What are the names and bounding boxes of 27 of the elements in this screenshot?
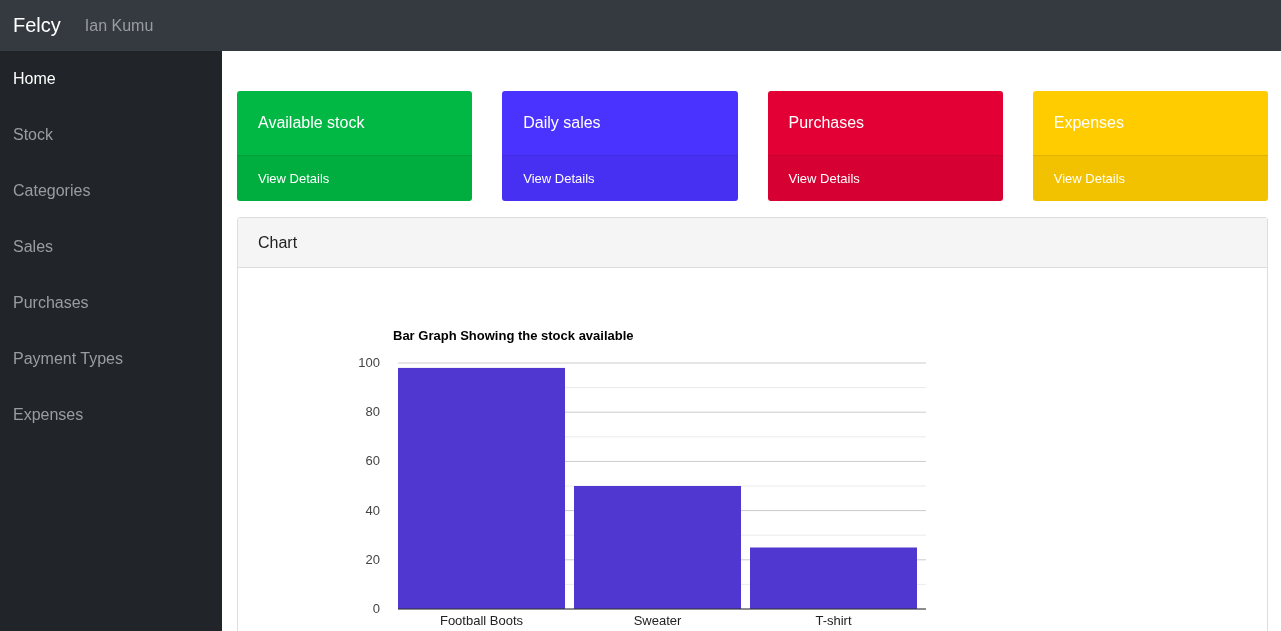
y-tick-label: 80 [365, 404, 380, 420]
sidebar-item[interactable]: Payment Types [0, 347, 222, 403]
card-title: Expenses [1032, 91, 1268, 156]
user-name: Ian Kumu [84, 16, 154, 35]
card-title: Available stock [237, 91, 473, 156]
y-tick-label: 60 [365, 453, 380, 469]
x-axis-label: Sweater [633, 613, 682, 628]
card-title: Purchases [767, 91, 1003, 156]
sidebar-item[interactable]: Sales [0, 235, 222, 291]
sidebar-item[interactable]: Expenses [0, 403, 222, 459]
view-details-link[interactable]: View Details [502, 156, 738, 201]
sidebar-item[interactable]: Purchases [0, 291, 222, 347]
sidebar-item[interactable]: Home [0, 67, 222, 123]
card-title: Daily sales [502, 91, 738, 156]
sidebar-item[interactable]: Categories [0, 179, 222, 235]
y-tick-label: 0 [372, 601, 380, 616]
y-tick-label: 20 [365, 551, 380, 567]
brand-name[interactable]: Felcy [13, 14, 61, 37]
x-axis-label: T-shirt [815, 613, 852, 628]
view-details-link[interactable]: View Details [767, 156, 1003, 201]
chart-title: Bar Graph Showing the stock available [393, 328, 634, 343]
view-details-link[interactable]: View Details [237, 156, 473, 201]
y-tick-label: 40 [365, 502, 380, 518]
sidebar-item[interactable]: Stock [0, 123, 222, 179]
y-tick-label: 100 [358, 355, 380, 370]
x-axis-label: Football Boots [439, 613, 524, 628]
panel-heading: Chart [238, 218, 1267, 268]
